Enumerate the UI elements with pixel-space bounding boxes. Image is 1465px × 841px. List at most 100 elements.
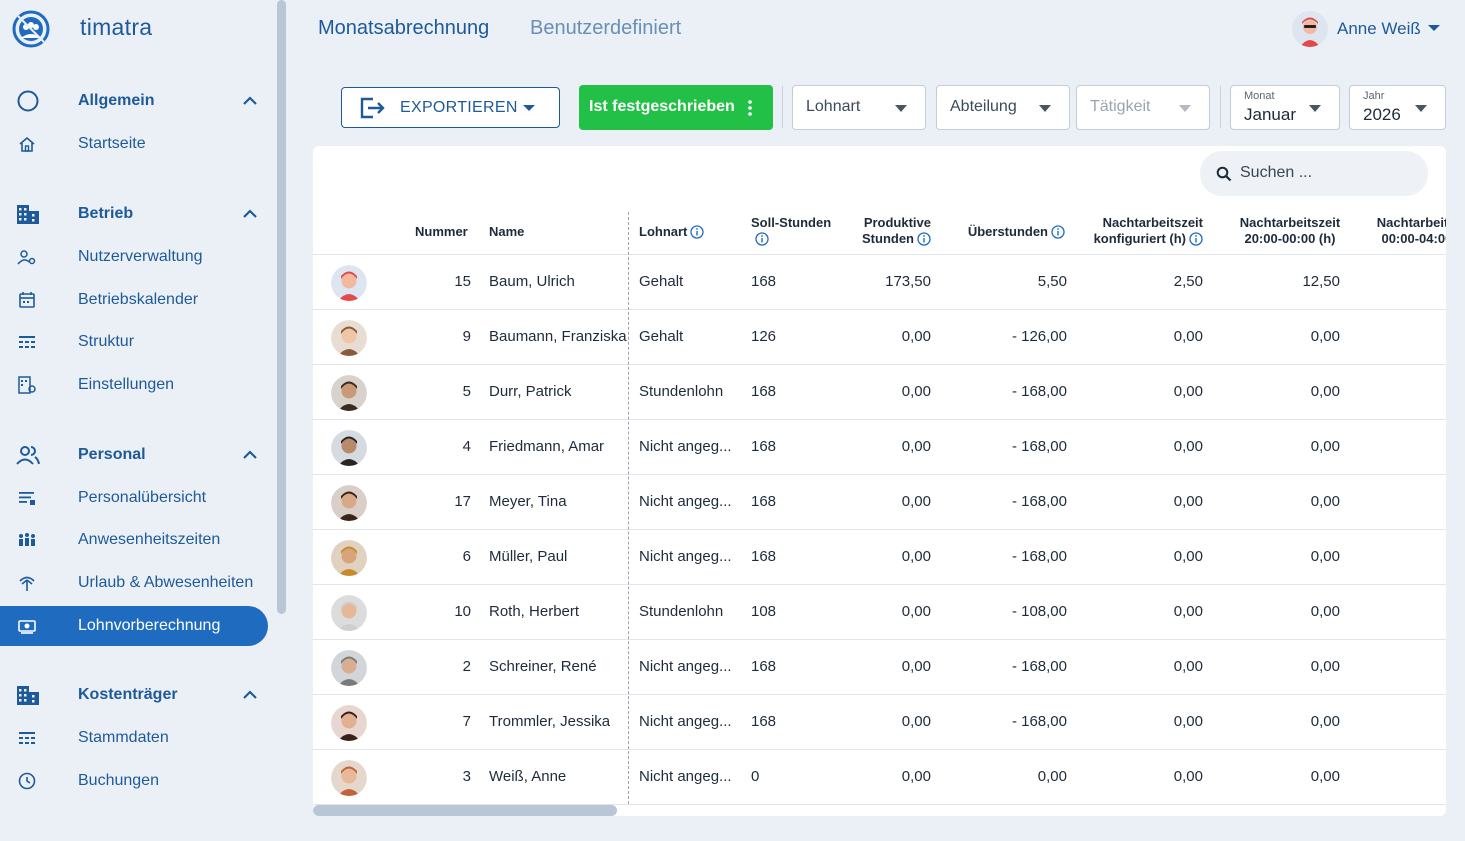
- sidebar-item-buchungen[interactable]: Buchungen: [0, 761, 268, 801]
- sidebar-item-einstellungen[interactable]: Einstellungen: [0, 365, 268, 405]
- table-row[interactable]: 3 Weiß, Anne Nicht angeg... 0 0,00 0,00 0,00 0,…: [313, 750, 1446, 805]
- sidebar-section-personal[interactable]: Personal: [0, 435, 270, 475]
- header-label: Produktive: [863, 215, 931, 230]
- lohnart-select[interactable]: Lohnart: [792, 85, 926, 130]
- sidebar-item-label: Stammdaten: [78, 729, 169, 746]
- sidebar-item-personaluebersicht[interactable]: Personalübersicht: [0, 478, 268, 518]
- avatar: [1292, 11, 1328, 47]
- table-row[interactable]: 7 Trommler, Jessika Nicht angeg... 168 0,00 -…: [313, 695, 1446, 750]
- sidebar-item-label: Buchungen: [78, 772, 159, 789]
- cell-nachtarbeitszeit-konfiguriert: 0,00: [1173, 658, 1203, 675]
- sidebar-section-allgemein[interactable]: Allgemein: [0, 81, 270, 121]
- cell-produktive-stunden: 0,00: [901, 328, 931, 345]
- list-icon: [19, 492, 35, 505]
- caret-down-icon: [1415, 105, 1427, 112]
- sidebar-item-anwesenheitszeiten[interactable]: Anwesenheitszeiten: [0, 520, 268, 560]
- header-soll-stunden[interactable]: Soll-Stunden: [751, 215, 831, 247]
- sidebar-section-label: Personal: [78, 446, 146, 463]
- building-settings-icon: [18, 376, 36, 394]
- user-menu[interactable]: Anne Weiß: [1292, 11, 1440, 47]
- horizontal-scrollbar[interactable]: [313, 805, 617, 816]
- cell-nachtarbeitszeit-konfiguriert: 0,00: [1173, 548, 1203, 565]
- header-nachtarbeitszeit-konfiguriert[interactable]: Nachtarbeitszeit konfiguriert (h): [1081, 215, 1203, 247]
- sidebar-item-stammdaten[interactable]: Stammdaten: [0, 718, 268, 758]
- avatar: [331, 760, 367, 796]
- sidebar-item-label: Nutzerverwaltung: [78, 248, 203, 265]
- caret-down-icon[interactable]: [1427, 23, 1441, 33]
- chevron-up-icon[interactable]: [240, 93, 260, 109]
- building-icon: [17, 686, 39, 705]
- cell-name: Müller, Paul: [489, 548, 568, 565]
- header-nachtarbeitszeit-20-00[interactable]: Nachtarbeitszeit 20:00-00:00 (h): [1231, 215, 1349, 247]
- table-row[interactable]: 9 Baumann, Franziska Gehalt 126 0,00 - 126,00…: [313, 310, 1446, 365]
- header-ueberstunden[interactable]: Überstunden: [953, 224, 1065, 240]
- cell-nummer: 15: [454, 273, 471, 290]
- sidebar-item-betriebskalender[interactable]: Betriebskalender: [0, 280, 268, 320]
- table-row[interactable]: 2 Schreiner, René Nicht angeg... 168 0,00 - 1…: [313, 640, 1446, 695]
- table-row[interactable]: 15 Baum, Ulrich Gehalt 168 173,50 5,50 2,50 12,…: [313, 255, 1446, 310]
- sidebar-item-nutzerverwaltung[interactable]: Nutzerverwaltung: [0, 237, 268, 277]
- info-icon[interactable]: [1189, 232, 1203, 246]
- cell-name: Friedmann, Amar: [489, 438, 605, 455]
- cell-soll-stunden: 0: [751, 768, 760, 785]
- user-name: Anne Weiß: [1337, 19, 1421, 38]
- cell-name: Baumann, Franziska: [489, 328, 627, 345]
- month-select[interactable]: Monat Januar: [1230, 85, 1340, 130]
- header-lohnart[interactable]: Lohnart: [639, 224, 705, 240]
- table-row[interactable]: 6 Müller, Paul Nicht angeg... 168 0,00 - 168,…: [313, 530, 1446, 585]
- info-icon[interactable]: [1051, 225, 1065, 239]
- app-name: timatra: [80, 14, 153, 40]
- table-row[interactable]: 4 Friedmann, Amar Nicht angeg... 168 0,00 - 1…: [313, 420, 1446, 475]
- taetigkeit-select-value: Tätigkeit: [1090, 98, 1151, 115]
- cell-nummer: 2: [462, 658, 471, 675]
- cell-nachtarbeitszeit-20-00: 0,00: [1310, 768, 1340, 785]
- tab-monatsabrechnung[interactable]: Monatsabrechnung: [318, 17, 489, 40]
- taetigkeit-select[interactable]: Tätigkeit: [1076, 85, 1210, 130]
- sidebar-item-struktur[interactable]: Struktur: [0, 322, 268, 362]
- sidebar-item-urlaub[interactable]: Urlaub & Abwesenheiten: [0, 563, 268, 603]
- header-produktive-stunden[interactable]: Produktive Stunden: [853, 215, 931, 247]
- month-select-value: Januar: [1244, 105, 1296, 124]
- info-icon[interactable]: [690, 225, 705, 239]
- sidebar-item-lohnvorberechnung[interactable]: Lohnvorberechnung: [0, 606, 268, 646]
- header-nummer[interactable]: Nummer: [415, 224, 468, 240]
- cell-name: Durr, Patrick: [489, 383, 572, 400]
- header-nachtarbeitszeit-00-00[interactable]: Nachtarbeitszeit00:00-04:00 (h): [1368, 215, 1446, 247]
- cell-soll-stunden: 168: [751, 493, 777, 510]
- sidebar-scrollbar[interactable]: [277, 0, 286, 614]
- chevron-up-icon[interactable]: [240, 206, 260, 222]
- abteilung-select[interactable]: Abteilung: [936, 85, 1070, 130]
- more-vert-icon[interactable]: [747, 98, 753, 118]
- tab-benutzerdefiniert[interactable]: Benutzerdefiniert: [530, 17, 681, 40]
- search-input[interactable]: Suchen ...: [1200, 151, 1428, 196]
- header-name[interactable]: Name: [489, 224, 524, 240]
- cell-nachtarbeitszeit-20-00: 0,00: [1310, 603, 1340, 620]
- avatar: [331, 485, 367, 521]
- sidebar-section-kostentraeger[interactable]: Kostenträger: [0, 675, 270, 715]
- status-button[interactable]: Ist festgeschrieben: [579, 85, 773, 130]
- cell-lohnart: Nicht angeg...: [639, 493, 732, 510]
- cell-ueberstunden: - 168,00: [1011, 438, 1067, 455]
- table-row[interactable]: 10 Roth, Herbert Stundenlohn 108 0,00 - 108,0…: [313, 585, 1446, 640]
- table-row[interactable]: 17 Meyer, Tina Nicht angeg... 168 0,00 - 168,…: [313, 475, 1446, 530]
- sidebar-section-betrieb[interactable]: Betrieb: [0, 194, 270, 234]
- cell-nummer: 7: [462, 713, 471, 730]
- info-icon[interactable]: [755, 232, 769, 246]
- cell-produktive-stunden: 0,00: [901, 493, 931, 510]
- cell-ueberstunden: 0,00: [1037, 768, 1067, 785]
- cell-lohnart: Nicht angeg...: [639, 768, 732, 785]
- cell-lohnart: Gehalt: [639, 273, 684, 290]
- sidebar-item-label: Einstellungen: [78, 376, 175, 393]
- cell-lohnart: Stundenlohn: [639, 603, 724, 620]
- table-row[interactable]: 5 Durr, Patrick Stundenlohn 168 0,00 - 168,00…: [313, 365, 1446, 420]
- cell-nachtarbeitszeit-konfiguriert: 0,00: [1173, 328, 1203, 345]
- column-divider: [628, 212, 629, 804]
- chevron-up-icon[interactable]: [240, 687, 260, 703]
- cell-nachtarbeitszeit-konfiguriert: 0,00: [1173, 493, 1203, 510]
- sidebar-item-startseite[interactable]: Startseite: [0, 124, 268, 164]
- info-icon[interactable]: [917, 232, 931, 246]
- chevron-up-icon[interactable]: [240, 447, 260, 463]
- export-button[interactable]: EXPORTIEREN: [341, 87, 560, 128]
- brand[interactable]: timatra: [12, 10, 152, 48]
- year-select[interactable]: Jahr 2026: [1349, 85, 1446, 130]
